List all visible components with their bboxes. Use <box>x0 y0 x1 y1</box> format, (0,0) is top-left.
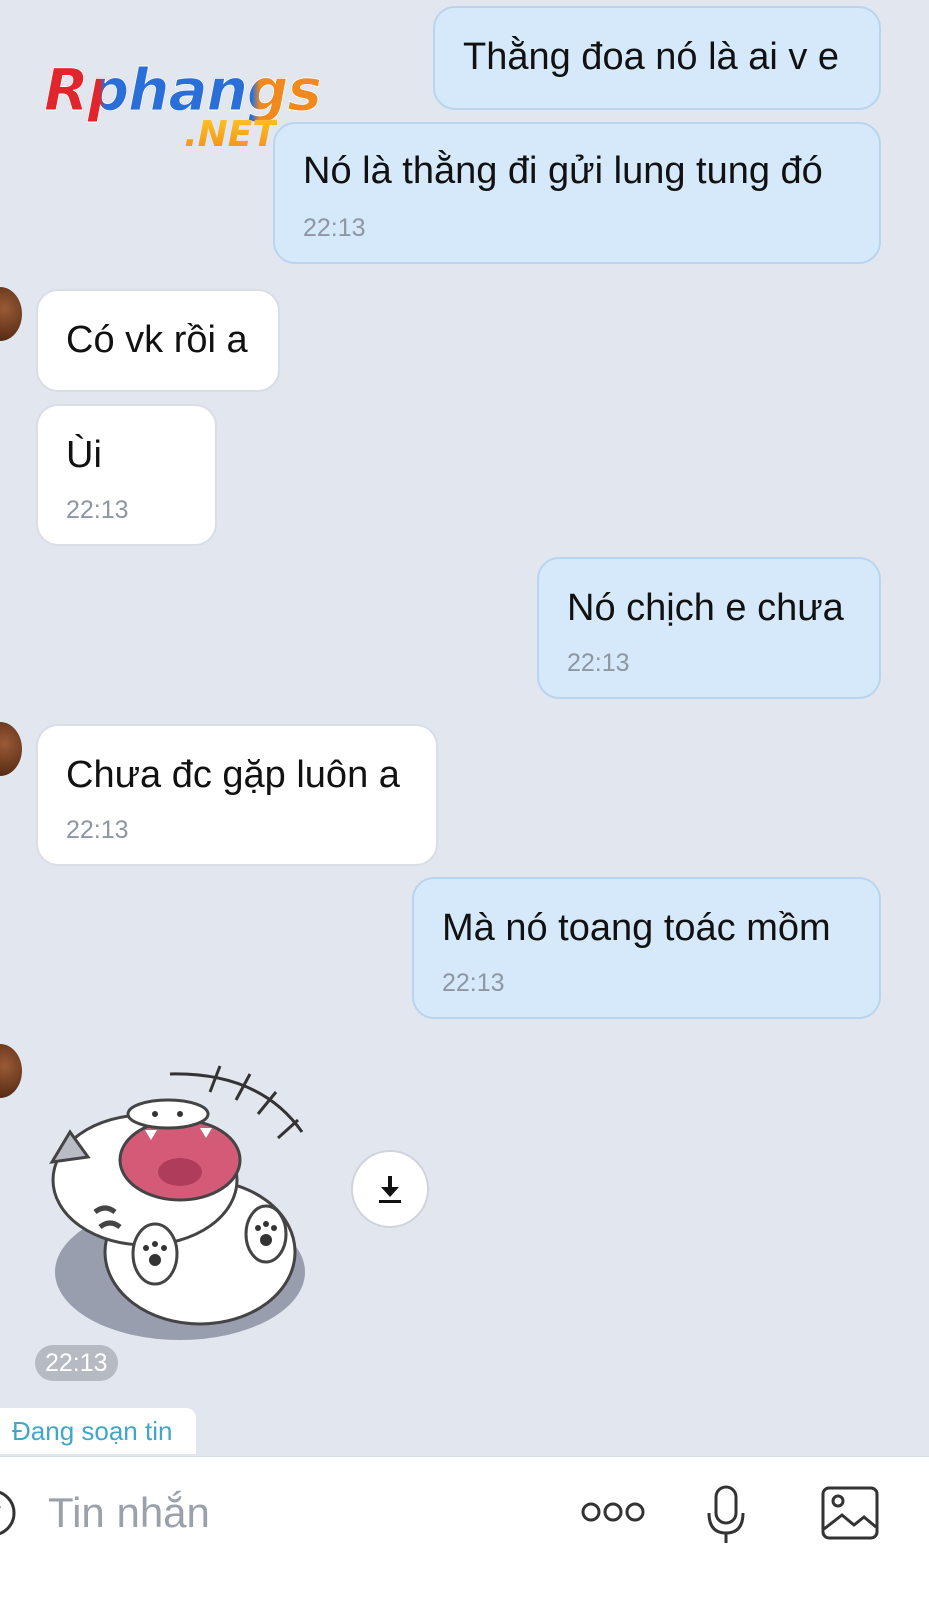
download-icon <box>379 1176 401 1203</box>
microphone-button[interactable] <box>704 1483 748 1547</box>
cat-sticker[interactable] <box>40 1062 320 1362</box>
contact-avatar[interactable] <box>0 722 22 776</box>
message-bubble-incoming[interactable]: Chưa đc gặp luôn a 22:13 <box>36 724 438 866</box>
image-icon <box>821 1486 879 1540</box>
logo-sub-text: .NET <box>184 114 277 155</box>
message-time: 22:13 <box>303 214 366 242</box>
message-text: Chưa đc gặp luôn a <box>66 754 400 796</box>
message-text: Mà nó toang toác mồm <box>442 907 831 949</box>
image-button[interactable] <box>820 1485 880 1541</box>
message-time: 22:13 <box>567 649 630 677</box>
message-text: Nó chịch e chưa <box>567 587 844 629</box>
more-icon <box>581 1502 645 1522</box>
message-input[interactable]: Tin nhắn <box>48 1489 210 1537</box>
contact-avatar[interactable] <box>0 287 22 341</box>
emoji-icon <box>0 1490 16 1536</box>
contact-avatar[interactable] <box>0 1044 22 1098</box>
typing-status: Đang soạn tin <box>0 1408 196 1454</box>
message-bubble-incoming[interactable]: Ùi 22:13 <box>36 404 217 546</box>
message-time: 22:13 <box>442 969 505 997</box>
message-text: Nó là thằng đi gửi lung tung đó <box>303 150 823 192</box>
message-text: Có vk rồi a <box>66 319 248 361</box>
message-time: 22:13 <box>66 816 129 844</box>
more-button[interactable] <box>580 1497 646 1527</box>
logo-main-text: Rphangs <box>44 56 323 125</box>
message-bubble-outgoing[interactable]: Nó là thằng đi gửi lung tung đó 22:13 <box>273 122 881 264</box>
emoji-button[interactable] <box>0 1485 20 1541</box>
message-bubble-outgoing[interactable]: Nó chịch e chưa 22:13 <box>537 557 881 699</box>
microphone-icon <box>707 1485 745 1543</box>
message-input-bar: Tin nhắn <box>0 1456 929 1601</box>
message-text: Thằng đoa nó là ai v e <box>463 36 840 78</box>
message-text: Ùi <box>66 434 102 476</box>
message-bubble-outgoing[interactable]: Mà nó toang toác mồm 22:13 <box>412 877 881 1019</box>
message-bubble-incoming[interactable]: Có vk rồi a <box>36 289 280 392</box>
cat-sticker-image <box>49 1065 305 1340</box>
message-bubble-outgoing[interactable]: Thằng đoa nó là ai v e <box>433 6 881 110</box>
sticker-time-badge: 22:13 <box>35 1345 118 1381</box>
download-button[interactable] <box>351 1150 429 1228</box>
message-time: 22:13 <box>66 496 129 524</box>
